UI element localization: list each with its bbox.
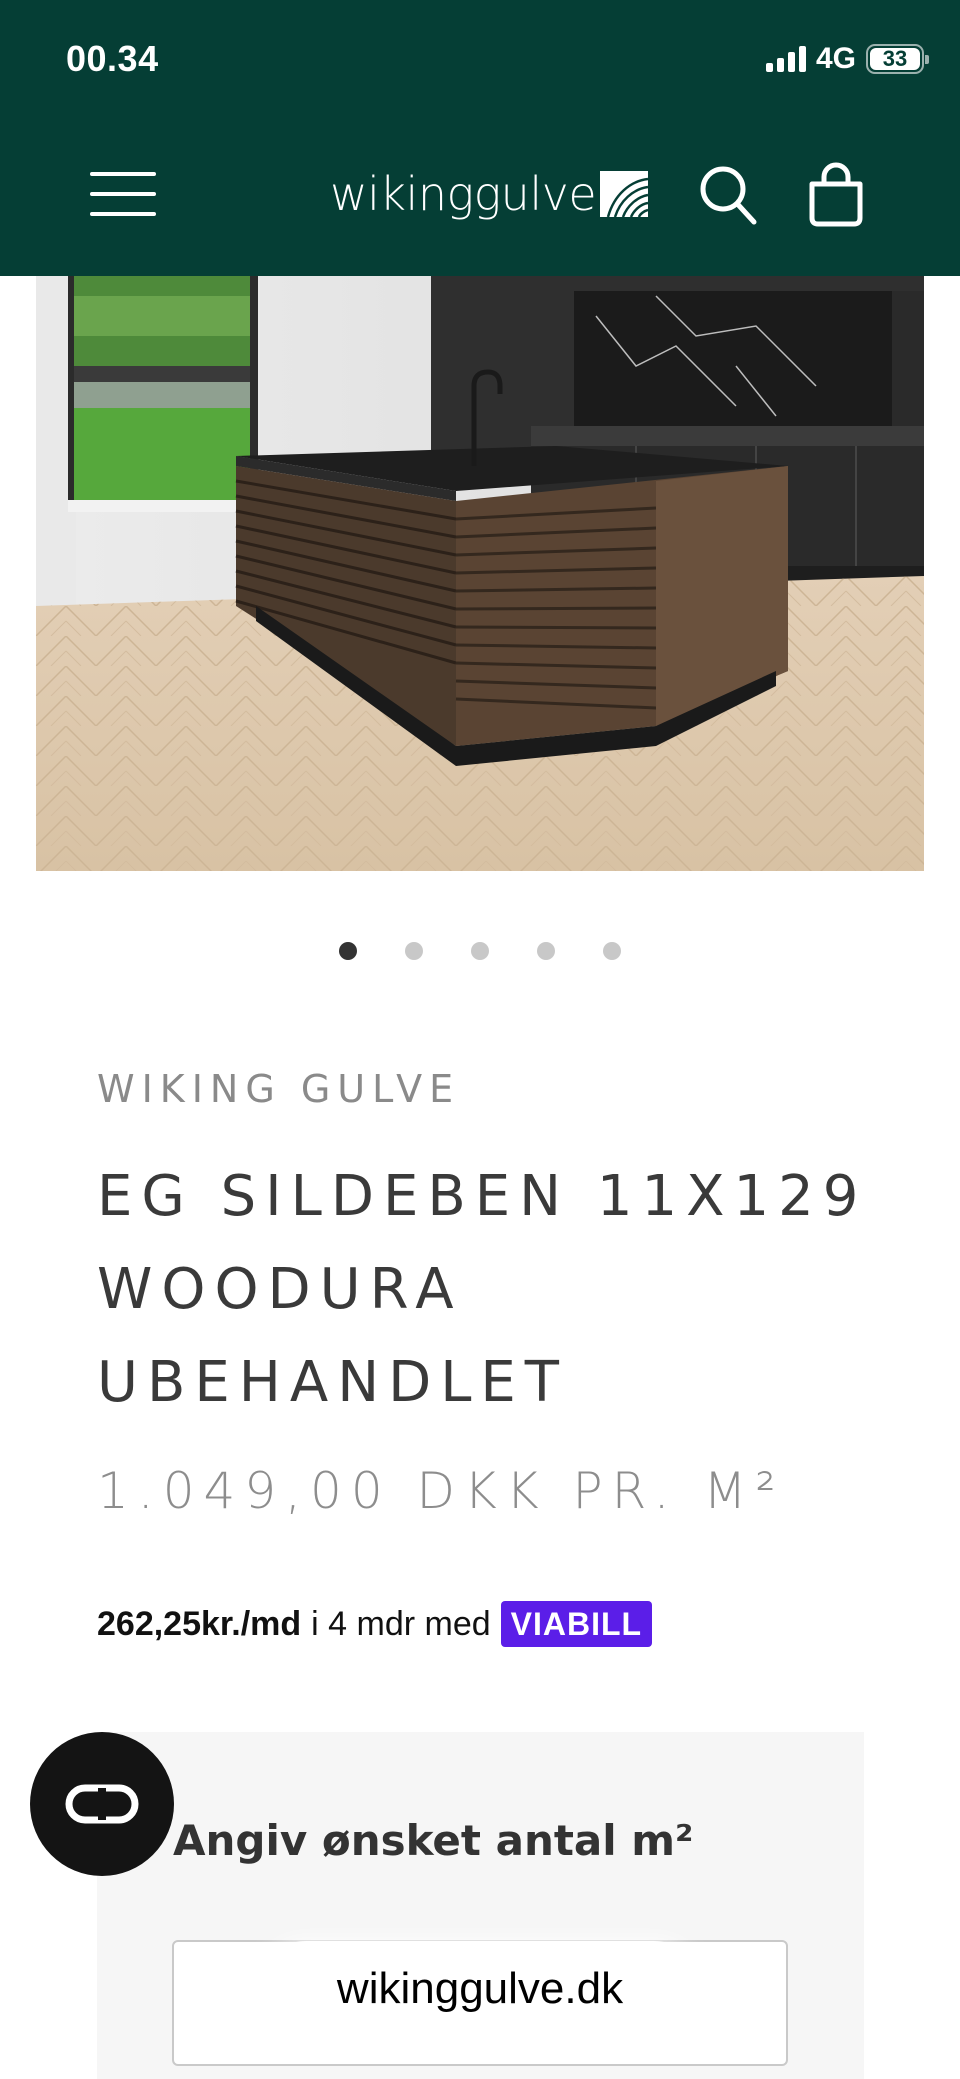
battery-icon: 33	[866, 44, 929, 74]
status-time: 00.34	[66, 38, 159, 79]
chat-loop-icon	[65, 1784, 139, 1824]
product-title-line-3: UBEHANDLET	[97, 1350, 569, 1415]
brand-name: wikinggulve	[330, 167, 597, 221]
product-image[interactable]	[36, 276, 924, 871]
gallery-dot-4[interactable]	[537, 942, 555, 960]
menu-button[interactable]	[90, 170, 156, 218]
wood-grain-logo-icon	[600, 171, 649, 217]
financing-text: i 4 mdr med	[311, 1604, 491, 1643]
status-indicators: 4G 33	[765, 42, 929, 76]
kitchen-island-photo	[36, 276, 924, 871]
viabill-logo: VIABILL	[500, 1601, 653, 1647]
product-title-line-1: EG SILDEBEN 11X129	[97, 1164, 868, 1229]
network-type: 4G	[815, 42, 856, 75]
shopping-bag-icon[interactable]	[806, 160, 866, 228]
product-price: 1.049,00 DKK PR. M²	[97, 1462, 785, 1520]
product-vendor[interactable]: WIKING GULVE	[97, 1067, 460, 1111]
site-header: 00.34 4G 33 wikinggulve	[0, 0, 960, 276]
browser-url: wikinggulve.dk	[336, 1964, 624, 2013]
gallery-dot-3[interactable]	[471, 942, 489, 960]
financing-info[interactable]: 262,25kr./md i 4 mdr med VIABILL	[97, 1600, 653, 1648]
search-icon[interactable]	[698, 164, 758, 226]
battery-level: 33	[882, 46, 908, 71]
product-title: EG SILDEBEN 11X129 WOODURA UBEHANDLET	[97, 1150, 897, 1429]
product-title-line-2: WOODURA	[97, 1257, 463, 1322]
browser-address-bar[interactable]: wikinggulve.dk	[258, 1941, 702, 2037]
financing-amount: 262,25kr./md	[97, 1604, 302, 1643]
gallery-dot-5[interactable]	[603, 942, 621, 960]
gallery-pagination	[0, 942, 960, 960]
brand-logo[interactable]: wikinggulve	[330, 166, 649, 222]
quantity-label: Angiv ønsket antal m²	[173, 1816, 694, 1865]
cellular-signal-icon	[765, 46, 806, 72]
chat-button[interactable]	[30, 1732, 174, 1876]
gallery-dot-1[interactable]	[339, 942, 357, 960]
gallery-dot-2[interactable]	[405, 942, 423, 960]
